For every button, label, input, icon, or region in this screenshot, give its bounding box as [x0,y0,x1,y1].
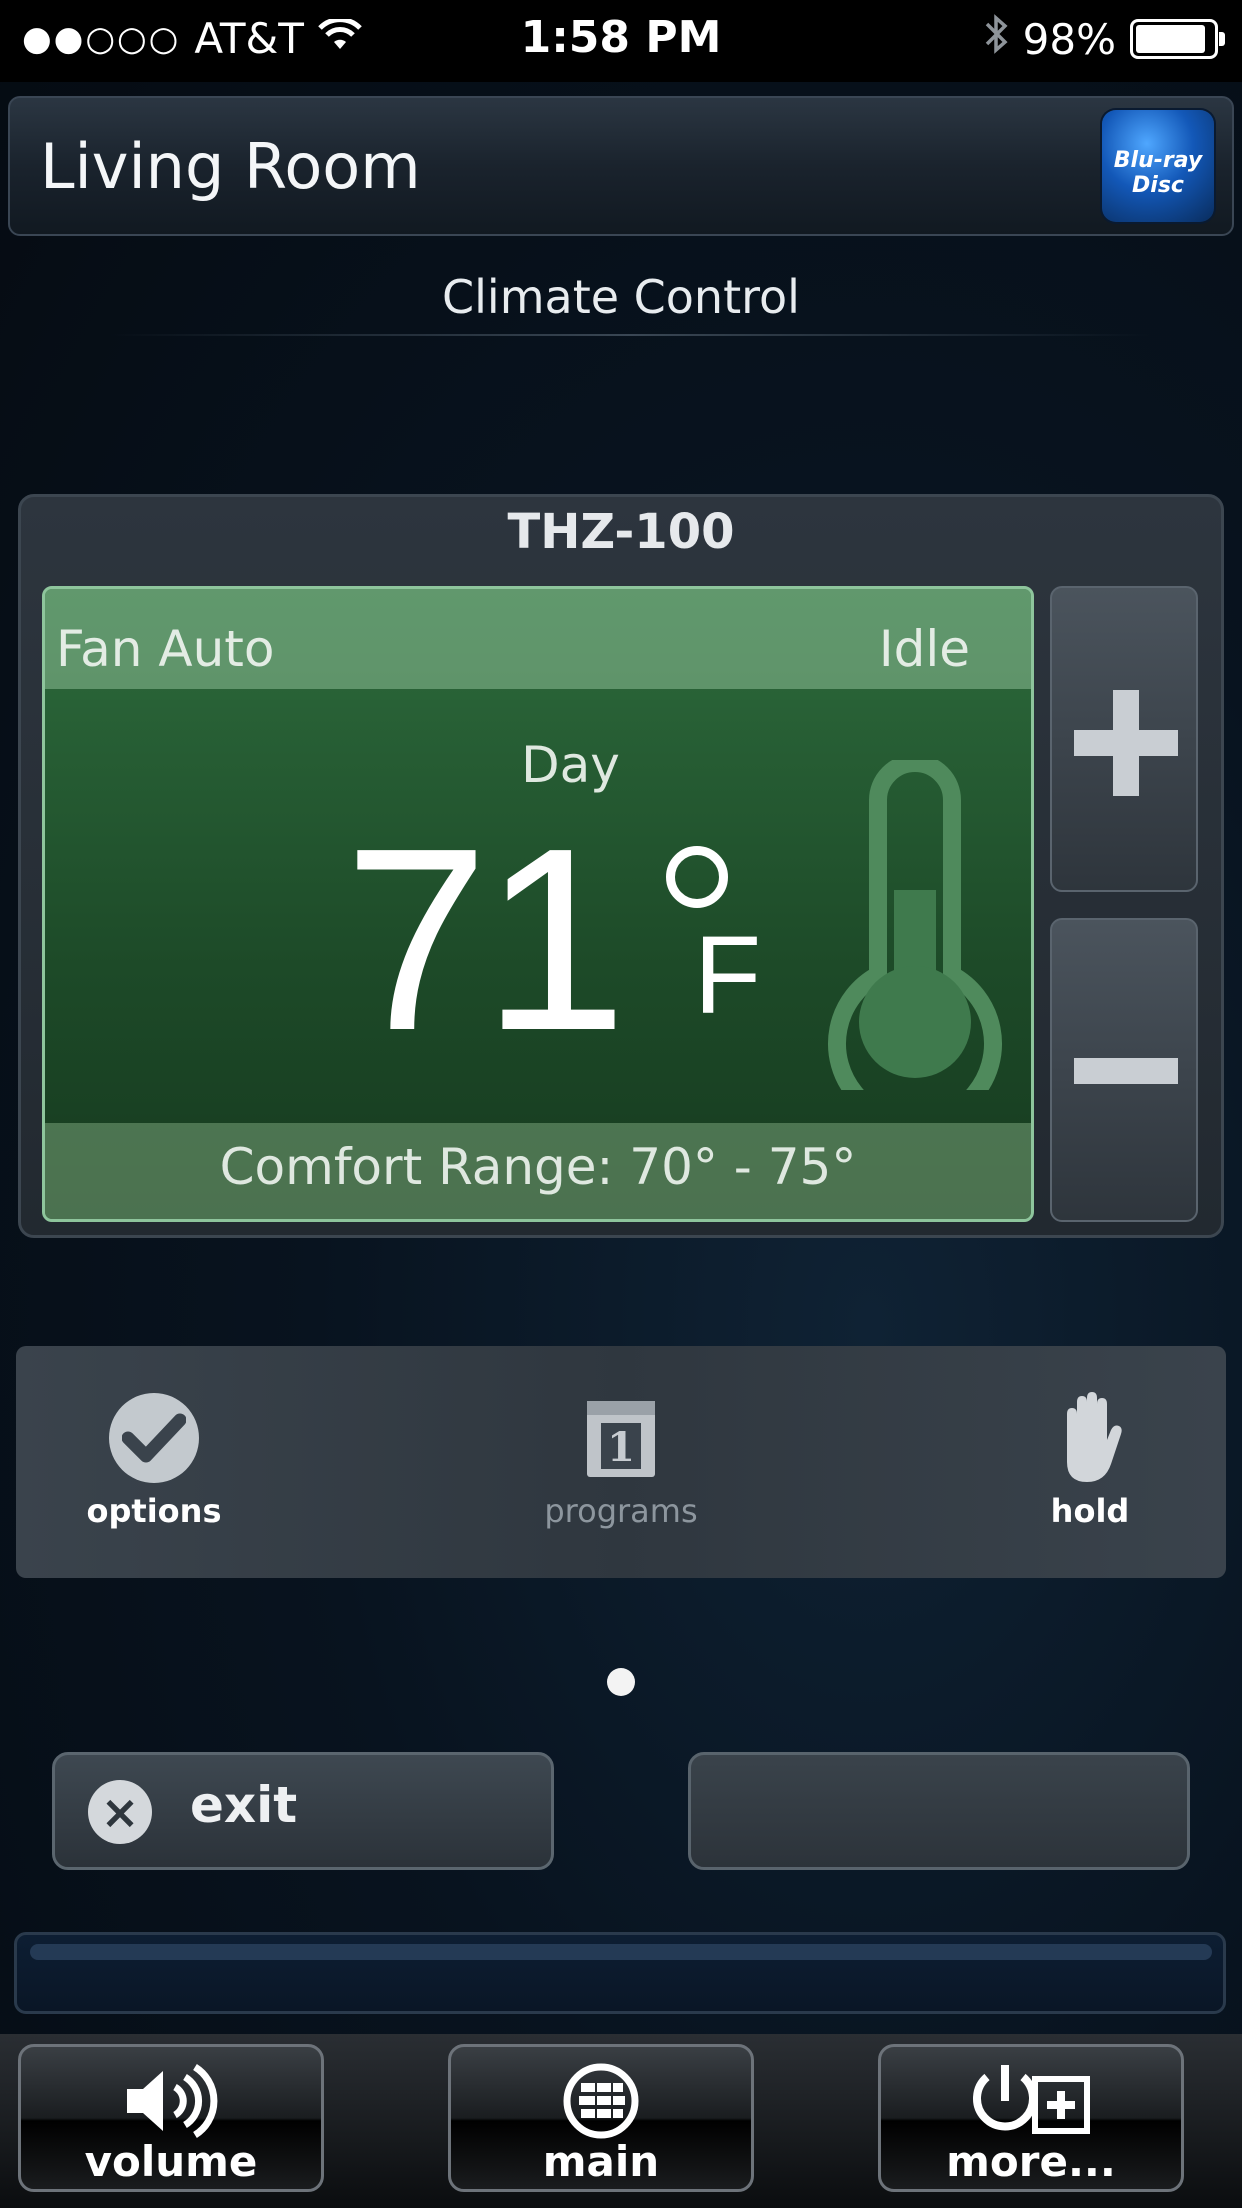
hvac-state: Idle [878,620,970,678]
options-button[interactable]: options [34,1390,274,1530]
thermometer-icon [820,754,1010,1131]
temperature-unit: F [694,914,762,1037]
comfort-range: Comfort Range: 70° - 75° [219,1138,857,1196]
source-logo-text: Blu-ray Disc [1113,148,1203,198]
tab-main[interactable]: main [448,2044,754,2192]
fan-mode: Fan Auto [56,620,275,678]
grid-icon [563,2063,639,2139]
bluetooth-icon [983,12,1009,66]
tab-more[interactable]: more... [878,2044,1184,2192]
close-icon: × [88,1780,152,1844]
svg-text:1: 1 [607,1424,635,1471]
divider [110,334,1150,336]
blank-button[interactable] [688,1752,1190,1870]
check-icon [109,1393,199,1483]
degree-symbol [666,846,728,908]
page-indicator-dot [607,1668,635,1696]
exit-label: exit [190,1776,298,1834]
hand-icon [1067,1392,1122,1482]
tab-volume[interactable]: volume [18,2044,324,2192]
hold-label: hold [1050,1492,1130,1530]
power-plus-icon [973,2065,1090,2134]
thermostat-model: THZ-100 [507,504,735,560]
plus-icon-vertical [1113,690,1139,796]
battery-icon [1130,19,1225,59]
tab-more-label: more... [946,2137,1116,2186]
page-title: Climate Control [442,270,800,324]
status-right: 98% [983,12,1225,66]
options-label: options [86,1492,222,1530]
current-temperature: 71 [344,795,627,1085]
hold-button[interactable]: hold [970,1390,1210,1530]
room-title: Living Room [40,130,421,203]
battery-level [1136,25,1205,53]
battery-percent: 98% [1022,14,1116,64]
calendar-icon: 1 [587,1401,655,1477]
tab-main-label: main [542,2137,660,2186]
speaker-icon [127,2064,218,2138]
bluray-icon[interactable]: Blu-ray Disc [1102,110,1214,222]
programs-button[interactable]: 1 programs [501,1390,741,1530]
tab-volume-label: volume [84,2137,258,2186]
programs-label: programs [544,1492,698,1530]
slider-track [30,1944,1212,1960]
minus-icon [1074,1058,1178,1084]
